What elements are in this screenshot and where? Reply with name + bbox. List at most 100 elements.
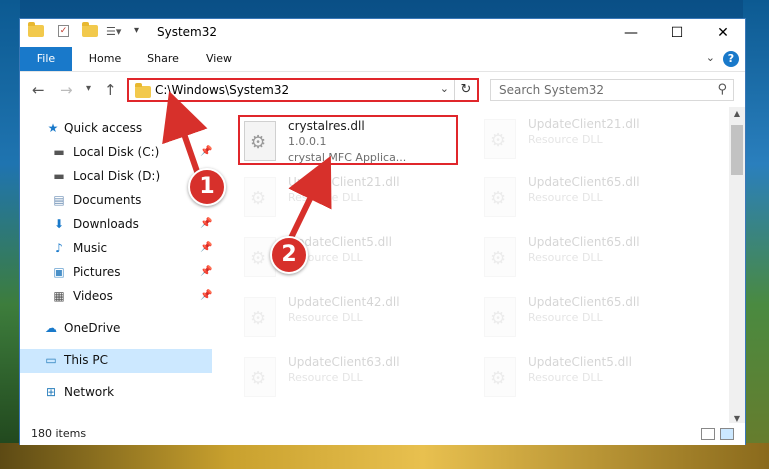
scrollbar-thumb[interactable] [731,125,743,175]
pin-icon: 📌 [200,290,213,301]
file-item[interactable]: ⚙ UpdateClient65.dll Resource DLL [480,293,700,343]
sidebar-item-documents[interactable]: ▤ Documents 📌 [20,189,212,213]
desktop-background-bottom [0,443,769,469]
file-item[interactable]: ⚙ UpdateClient65.dll Resource DLL [480,173,700,223]
folder-icon [28,22,44,39]
folder-icon [135,83,151,101]
navigation-pane: ★ Quick access ▬ Local Disk (C:) 📌 ▬ Loc… [20,107,212,425]
dll-file-icon: ⚙ [484,119,516,159]
tab-file[interactable]: File [20,47,72,71]
chevron-down-icon[interactable]: ⌄ [706,51,715,64]
dll-file-icon: ⚙ [244,297,276,337]
properties-icon[interactable]: ✓ [58,25,69,37]
file-explorer-window: ✓ ☰▾ ▾ System32 — ☐ ✕ File Home Share Vi… [19,18,746,445]
pin-icon: 📌 [200,218,213,229]
file-name: UpdateClient42.dll [288,295,400,309]
file-item[interactable]: ⚙ UpdateClient63.dll Resource DLL [240,353,460,403]
file-name: UpdateClient5.dll [528,355,632,369]
file-item[interactable]: ⚙ UpdateClient42.dll Resource DLL [240,293,460,343]
file-type: Resource DLL [288,311,363,324]
file-item[interactable]: ⚙ UpdateClient21.dll Resource DLL [240,173,460,223]
documents-icon: ▤ [53,193,65,207]
sidebar-item-label: Music [73,241,108,255]
file-type: Resource DLL [528,133,603,146]
refresh-icon[interactable]: ↻ [454,80,477,100]
sidebar-item-local-disk-c[interactable]: ▬ Local Disk (C:) 📌 [20,141,212,165]
sidebar-item-label: Network [64,385,115,399]
forward-arrow-icon[interactable]: → [60,81,73,99]
close-button[interactable]: ✕ [700,19,746,47]
chevron-down-icon[interactable]: ⌄ [440,82,449,95]
file-name: UpdateClient63.dll [288,355,400,369]
drive-icon: ▬ [53,169,65,183]
vertical-scrollbar[interactable]: ▲ ▼ [729,107,745,425]
sidebar-item-this-pc[interactable]: ▭ This PC [20,349,212,373]
recent-locations-icon[interactable]: ▾ [86,83,91,94]
help-button[interactable]: ? [723,51,739,67]
search-placeholder: Search System32 [499,83,605,97]
address-path[interactable]: C:\Windows\System32 [155,83,289,97]
sidebar-item-label: Local Disk (D:) [73,169,161,183]
desktop-background-right [743,0,769,469]
sidebar-item-label: Videos [73,289,113,303]
file-name: UpdateClient65.dll [528,175,640,189]
dll-file-icon: ⚙ [244,177,276,217]
drive-icon: ▬ [53,145,65,159]
search-icon[interactable]: ⚲ [717,82,727,97]
dll-file-icon: ⚙ [244,121,276,161]
sidebar-item-network[interactable]: ⊞ Network [20,381,212,405]
large-icons-view-icon[interactable] [720,428,734,440]
sidebar-item-label: Downloads [73,217,139,231]
file-type: Resource DLL [528,251,603,264]
minimize-button[interactable]: — [608,19,654,47]
pin-icon: 📌 [200,146,213,157]
scroll-up-icon[interactable]: ▲ [729,109,745,118]
scroll-down-icon[interactable]: ▼ [729,414,745,423]
dll-file-icon: ⚙ [244,357,276,397]
customize-toolbar-icon[interactable]: ☰▾ [106,25,121,39]
back-arrow-icon[interactable]: ← [32,81,45,99]
item-count: 180 items [31,427,87,440]
cloud-icon: ☁ [45,321,57,335]
details-view-icon[interactable] [701,428,715,440]
new-folder-icon[interactable] [82,22,98,39]
file-name: UpdateClient65.dll [528,235,640,249]
sidebar-item-music[interactable]: ♪ Music 📌 [20,237,212,261]
address-bar[interactable]: C:\Windows\System32 ⌄ ↻ [127,78,479,102]
dll-file-icon: ⚙ [484,237,516,277]
sidebar-item-quick-access[interactable]: ★ Quick access [20,117,212,141]
tab-share[interactable]: Share [140,47,186,71]
file-item-crystalres[interactable]: ⚙ crystalres.dll 1.0.0.1 crystal MFC App… [238,115,458,165]
sidebar-item-onedrive[interactable]: ☁ OneDrive [20,317,212,341]
tab-view[interactable]: View [196,47,242,71]
sidebar-item-videos[interactable]: ▦ Videos 📌 [20,285,212,309]
chevron-down-icon[interactable]: ▾ [134,25,148,39]
up-arrow-icon[interactable]: ↑ [104,81,117,99]
sidebar-item-downloads[interactable]: ⬇ Downloads 📌 [20,213,212,237]
dll-file-icon: ⚙ [484,177,516,217]
music-icon: ♪ [55,241,63,255]
videos-icon: ▦ [53,289,65,303]
file-version: 1.0.0.1 [288,135,327,148]
sidebar-item-label: Documents [73,193,142,207]
file-item[interactable]: ⚙ UpdateClient21.dll Resource DLL [480,115,700,165]
file-type: Resource DLL [288,371,363,384]
sidebar-item-local-disk-d[interactable]: ▬ Local Disk (D:) [20,165,212,189]
search-input[interactable]: Search System32 ⚲ [490,79,734,101]
pin-icon: 📌 [200,242,213,253]
sidebar-item-pictures[interactable]: ▣ Pictures 📌 [20,261,212,285]
file-name: UpdateClient65.dll [528,295,640,309]
pictures-icon: ▣ [53,265,65,279]
network-icon: ⊞ [45,385,57,399]
sidebar-item-label: Quick access [64,121,143,135]
window-title: System32 [157,25,218,39]
file-item[interactable]: ⚙ UpdateClient65.dll Resource DLL [480,233,700,283]
step-2-badge: 2 [270,236,308,274]
maximize-button[interactable]: ☐ [654,19,700,47]
file-item[interactable]: ⚙ UpdateClient5.dll Resource DLL [480,353,700,403]
tab-home[interactable]: Home [82,47,128,71]
dll-file-icon: ⚙ [484,297,516,337]
dll-file-icon: ⚙ [484,357,516,397]
status-bar: 180 items [20,423,745,445]
pin-icon: 📌 [200,266,213,277]
